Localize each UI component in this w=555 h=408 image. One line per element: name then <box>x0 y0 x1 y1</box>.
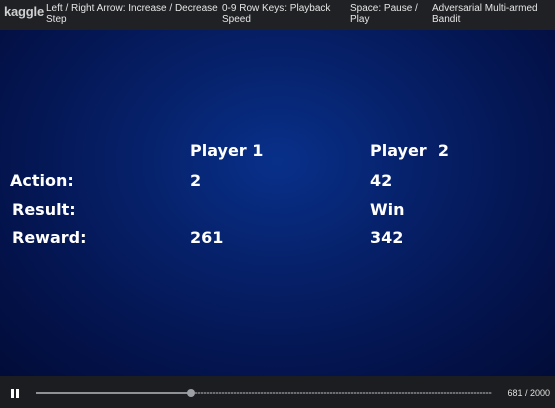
hint-speed: 0-9 Row Keys: Playback Speed <box>222 3 331 25</box>
hint-pause: Space: Pause / Play <box>350 3 418 25</box>
player1-action: 2 <box>190 171 202 190</box>
game-title-line1: Adversarial Multi-armed <box>432 3 538 14</box>
player2-result: Win <box>370 200 405 219</box>
hint-step-line2: Step <box>46 13 67 25</box>
game-board: Player 1 Player 2 Action: 2 42 Result: W… <box>0 30 555 376</box>
step-slider-fill <box>36 392 192 394</box>
hint-speed-line1: 0-9 Row Keys: Playback <box>222 3 331 14</box>
kaggle-logo: kaggle <box>4 4 44 19</box>
player2-header: Player 2 <box>370 141 449 160</box>
hint-step-line1: Left / Right Arrow: Increase / Decrease <box>46 3 218 14</box>
step-slider-thumb[interactable] <box>187 389 196 397</box>
pause-icon[interactable] <box>10 389 20 399</box>
hint-pause-line2: Play <box>350 13 370 25</box>
player1-reward: 261 <box>190 228 224 247</box>
player2-reward: 342 <box>370 228 404 247</box>
player1-header: Player 1 <box>190 141 264 160</box>
reward-label: Reward: <box>12 228 87 247</box>
game-title-line2: Bandit <box>432 13 461 25</box>
player2-action: 42 <box>370 171 393 190</box>
pause-bar-right <box>16 389 19 398</box>
playback-controls: 681 / 2000 <box>0 376 555 408</box>
result-label: Result: <box>12 200 76 219</box>
pause-bar-left <box>11 389 14 398</box>
step-slider-track[interactable] <box>36 392 492 394</box>
hint-pause-line1: Space: Pause / <box>350 3 418 14</box>
action-label: Action: <box>10 171 74 190</box>
step-counter: 681 / 2000 <box>507 388 550 398</box>
hint-speed-line2: Speed <box>222 13 251 25</box>
game-title: Adversarial Multi-armed Bandit <box>432 3 538 25</box>
top-bar: kaggle Left / Right Arrow: Increase / De… <box>0 0 555 30</box>
hint-step: Left / Right Arrow: Increase / Decrease … <box>46 3 218 25</box>
